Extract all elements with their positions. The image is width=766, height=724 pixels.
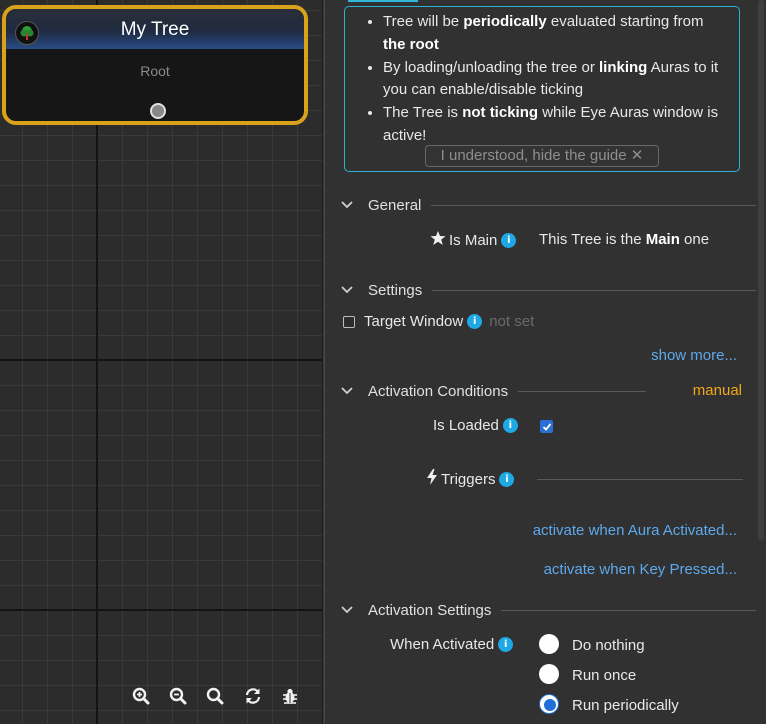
debug-bug-icon[interactable] — [280, 686, 300, 706]
guide-item: By loading/unloading the tree or linking… — [383, 57, 729, 103]
node-title: My Tree — [120, 19, 190, 40]
canvas-axis-horizontal-lower — [0, 609, 322, 611]
chevron-down-icon — [340, 603, 354, 617]
guide-item: The Tree is not ticking while Eye Auras … — [383, 102, 729, 148]
info-icon[interactable]: i — [501, 232, 517, 248]
activation-mode-badge: manual — [692, 382, 742, 399]
target-window-value: not set — [489, 313, 535, 330]
show-more-link[interactable]: show more... — [651, 347, 737, 364]
when-activated-label: When Activated — [390, 636, 495, 653]
section-activation-settings-header[interactable]: Activation Settings — [340, 599, 756, 621]
radio-label: Do nothing — [572, 637, 645, 654]
activate-on-aura-link[interactable]: activate when Aura Activated... — [533, 522, 737, 539]
checkmark-icon — [542, 422, 551, 431]
info-icon[interactable]: i — [467, 314, 483, 329]
radio-label: Run once — [572, 667, 637, 684]
triggers-label: Triggers — [441, 470, 496, 488]
radio-run-periodically[interactable] — [539, 694, 559, 714]
section-settings-header[interactable]: Settings — [340, 279, 756, 301]
chevron-down-icon — [340, 283, 354, 297]
guide-list: Tree will be periodically evaluated star… — [345, 11, 729, 148]
section-divider — [431, 204, 756, 206]
section-divider — [518, 390, 646, 392]
section-general-header[interactable]: General — [340, 194, 756, 216]
target-window-label: Target Window — [364, 313, 464, 330]
section-title: Settings — [368, 281, 423, 299]
lightning-icon — [426, 469, 438, 489]
refresh-icon[interactable] — [243, 686, 263, 706]
zoom-in-icon[interactable] — [131, 686, 151, 706]
section-title: Activation Conditions — [368, 382, 509, 400]
is-loaded-label: Is Loaded — [433, 417, 499, 434]
zoom-reset-icon[interactable] — [205, 686, 225, 706]
vertical-scrollbar[interactable] — [758, 0, 764, 540]
is-loaded-checkbox[interactable] — [540, 420, 553, 433]
is-main-label-row: Is Main i — [430, 230, 517, 250]
radio-run-once[interactable] — [539, 664, 559, 684]
target-window-checkbox[interactable] — [343, 316, 355, 328]
tab-indicator — [348, 0, 418, 2]
info-icon[interactable]: i — [502, 418, 518, 433]
tree-canvas[interactable]: My Tree Root — [0, 0, 322, 724]
section-title: Activation Settings — [368, 601, 492, 619]
triggers-row: Triggers i — [426, 469, 515, 489]
tree-root-node[interactable]: My Tree Root — [2, 5, 308, 125]
section-title: General — [368, 196, 422, 214]
chevron-down-icon — [340, 198, 354, 212]
hide-guide-button[interactable]: I understood, hide the guide ✕ — [425, 145, 659, 167]
guide-item: Tree will be periodically evaluated star… — [383, 11, 729, 57]
info-icon[interactable]: i — [498, 637, 514, 652]
node-subtitle: Root — [140, 63, 170, 79]
when-activated-row: When Activated i — [390, 636, 514, 653]
radio-do-nothing[interactable] — [539, 634, 559, 654]
triggers-divider — [537, 479, 743, 480]
target-window-row: Target Window i not set — [364, 313, 534, 330]
star-icon — [430, 230, 446, 250]
info-icon[interactable]: i — [499, 471, 515, 487]
is-main-description: This Tree is the Main one — [539, 231, 710, 248]
panel-splitter[interactable] — [322, 0, 325, 724]
chevron-down-icon — [340, 384, 354, 398]
node-output-port[interactable] — [150, 103, 166, 119]
section-divider — [432, 289, 756, 291]
radio-label: Run periodically — [572, 697, 679, 714]
zoom-out-icon[interactable] — [168, 686, 188, 706]
canvas-axis-horizontal — [0, 359, 322, 361]
guide-box: Tree will be periodically evaluated star… — [344, 6, 740, 172]
section-divider — [501, 609, 756, 611]
activate-on-key-link[interactable]: activate when Key Pressed... — [544, 561, 737, 578]
section-activation-conditions-header[interactable]: Activation Conditions — [340, 380, 646, 402]
is-main-label: Is Main — [449, 231, 498, 249]
properties-panel: Tree will be periodically evaluated star… — [326, 0, 766, 724]
is-loaded-row: Is Loaded i — [433, 417, 518, 434]
